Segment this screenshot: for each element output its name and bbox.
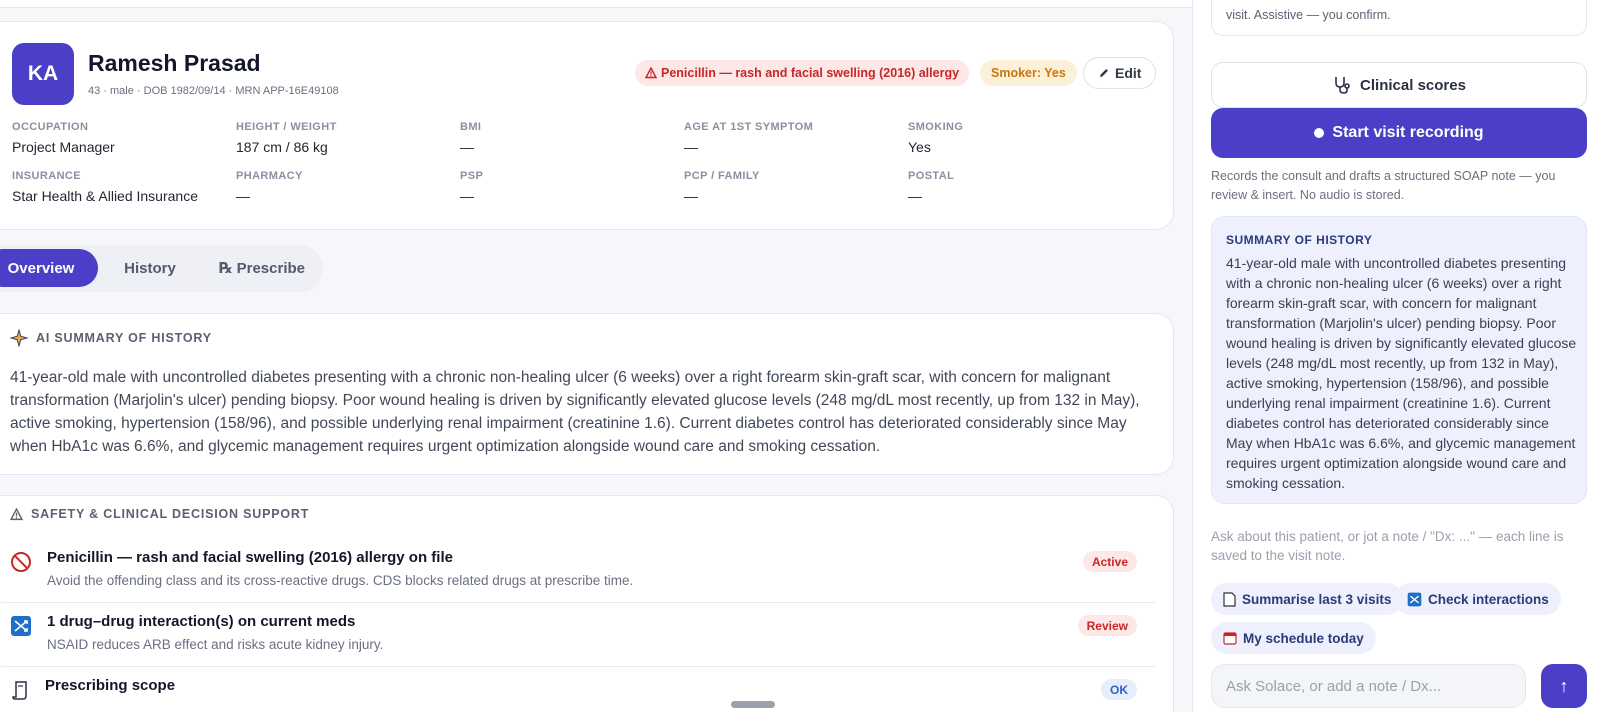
assistant-panel: visit. Assistive — you confirm. Clinical… bbox=[1192, 0, 1600, 712]
safety-row-allergy[interactable]: Penicillin — rash and facial swelling (2… bbox=[1, 539, 1155, 603]
field-insurance: INSURANCE Star Health & Allied Insurance bbox=[12, 170, 198, 204]
scroll-icon bbox=[10, 679, 32, 701]
safety-row-interaction[interactable]: 1 drug–drug interaction(s) on current me… bbox=[1, 603, 1155, 667]
field-value: — bbox=[684, 139, 698, 155]
field-value: Star Health & Allied Insurance bbox=[12, 188, 198, 204]
field-label: INSURANCE bbox=[12, 170, 81, 182]
clinical-scores-button[interactable]: Clinical scores bbox=[1211, 62, 1587, 108]
field-smoking: SMOKING Yes bbox=[908, 121, 963, 155]
ai-summary-card: AI SUMMARY OF HISTORY 41-year-old male w… bbox=[0, 313, 1174, 475]
chip-check-interactions[interactable]: Check interactions bbox=[1395, 583, 1561, 615]
chip-summarise-visits[interactable]: Summarise last 3 visits bbox=[1211, 583, 1404, 615]
edit-button[interactable]: Edit bbox=[1083, 57, 1157, 89]
field-bmi: BMI — bbox=[460, 121, 481, 155]
patient-tabs: Overview History ℞ Prescribe bbox=[0, 245, 323, 292]
chip-label: Summarise last 3 visits bbox=[1242, 591, 1392, 607]
field-pharmacy: PHARMACY — bbox=[236, 170, 303, 204]
ask-hint: Ask about this patient, or jot a note / … bbox=[1211, 529, 1564, 563]
safety-heading: SAFETY & CLINICAL DECISION SUPPORT bbox=[10, 507, 309, 521]
tab-prescribe[interactable]: ℞ Prescribe bbox=[204, 249, 320, 287]
safety-row-subtitle: Avoid the offending class and its cross-… bbox=[47, 573, 634, 588]
tab-history[interactable]: History bbox=[102, 249, 198, 287]
field-height-weight: HEIGHT / WEIGHT 187 cm / 86 kg bbox=[236, 121, 337, 155]
calendar-icon bbox=[1223, 632, 1237, 645]
patient-avatar: KA bbox=[12, 43, 74, 105]
allergy-badge-label: Penicillin — rash and facial swelling (2… bbox=[661, 66, 960, 80]
field-occupation: OCCUPATION Project Manager bbox=[12, 121, 115, 155]
field-psp: PSP — bbox=[460, 170, 483, 204]
top-divider bbox=[0, 0, 1192, 8]
safety-title: SAFETY & CLINICAL DECISION SUPPORT bbox=[31, 507, 310, 521]
record-icon bbox=[1314, 128, 1325, 138]
status-badge: Active bbox=[1082, 551, 1137, 572]
field-label: PHARMACY bbox=[236, 170, 303, 182]
field-value: Yes bbox=[908, 139, 931, 155]
safety-row-title: 1 drug–drug interaction(s) on current me… bbox=[47, 613, 356, 630]
scroll-handle[interactable] bbox=[731, 701, 775, 708]
allergy-badge[interactable]: Penicillin — rash and facial swelling (2… bbox=[635, 60, 970, 86]
document-icon bbox=[1223, 591, 1236, 607]
ask-input[interactable]: Ask Solace, or add a note / Dx... bbox=[1211, 664, 1526, 708]
stethoscope-icon bbox=[1335, 77, 1350, 94]
chip-label: My schedule today bbox=[1243, 630, 1364, 646]
field-label: PCP / FAMILY bbox=[684, 170, 760, 182]
assistant-disclaimer: visit. Assistive — you confirm. bbox=[1226, 8, 1391, 22]
smoker-badge: Smoker: Yes bbox=[980, 60, 1077, 86]
status-badge: Review bbox=[1077, 615, 1137, 636]
field-label: PSP bbox=[460, 170, 484, 182]
history-summary-title: SUMMARY OF HISTORY bbox=[1226, 233, 1373, 247]
field-label: AGE AT 1ST SYMPTOM bbox=[684, 121, 814, 133]
interaction-icon bbox=[10, 615, 32, 637]
assistant-disclaimer-card: visit. Assistive — you confirm. bbox=[1211, 0, 1587, 36]
field-value: — bbox=[908, 188, 922, 204]
field-label: BMI bbox=[460, 121, 482, 133]
chip-label: Check interactions bbox=[1428, 591, 1549, 607]
field-value: 187 cm / 86 kg bbox=[236, 139, 328, 155]
patient-header-card: KA Ramesh Prasad 43 · male · DOB 1982/09… bbox=[0, 21, 1174, 230]
field-label: SMOKING bbox=[908, 121, 964, 133]
field-value: — bbox=[684, 188, 698, 204]
field-label: HEIGHT / WEIGHT bbox=[236, 121, 337, 133]
field-postal: POSTAL — bbox=[908, 170, 954, 204]
history-summary-text: 41-year-old male with uncontrolled diabe… bbox=[1226, 255, 1577, 491]
field-label: POSTAL bbox=[908, 170, 955, 182]
field-value: Project Manager bbox=[12, 139, 115, 155]
safety-row-scope[interactable]: Prescribing scope OK bbox=[1, 667, 1155, 712]
warning-icon bbox=[645, 67, 657, 79]
patient-name: Ramesh Prasad bbox=[88, 50, 261, 76]
warning-icon bbox=[10, 507, 23, 520]
chip-schedule-today[interactable]: My schedule today bbox=[1211, 622, 1376, 654]
ai-summary-heading: AI SUMMARY OF HISTORY bbox=[10, 329, 212, 347]
field-pcp-family: PCP / FAMILY — bbox=[684, 170, 760, 204]
clinical-scores-label: Clinical scores bbox=[1360, 76, 1466, 94]
prohibited-icon bbox=[10, 551, 32, 573]
history-summary-card: SUMMARY OF HISTORY 41-year-old male with… bbox=[1211, 216, 1587, 504]
start-recording-label: Start visit recording bbox=[1332, 124, 1484, 141]
status-badge: OK bbox=[1101, 679, 1137, 700]
patient-meta: 43 · male · DOB 1982/09/14 · MRN APP-16E… bbox=[88, 85, 339, 97]
field-value: — bbox=[236, 188, 250, 204]
ai-summary-title: AI SUMMARY OF HISTORY bbox=[36, 331, 212, 345]
start-recording-button[interactable]: Start visit recording bbox=[1211, 108, 1587, 158]
field-value: — bbox=[460, 139, 474, 155]
ai-summary-text: 41-year-old male with uncontrolled diabe… bbox=[10, 369, 1140, 455]
edit-button-label: Edit bbox=[1115, 65, 1142, 81]
interaction-icon bbox=[1407, 592, 1422, 606]
tab-overview[interactable]: Overview bbox=[0, 249, 98, 287]
sparkle-icon bbox=[10, 329, 28, 347]
safety-row-subtitle: NSAID reduces ARB effect and risks acute… bbox=[47, 637, 384, 652]
field-label: OCCUPATION bbox=[12, 121, 89, 133]
safety-card: SAFETY & CLINICAL DECISION SUPPORT Penic… bbox=[0, 495, 1174, 712]
field-age-first-symptom: AGE AT 1ST SYMPTOM — bbox=[684, 121, 813, 155]
patient-main-area: KA Ramesh Prasad 43 · male · DOB 1982/09… bbox=[0, 0, 1192, 712]
recording-note: Records the consult and drafts a structu… bbox=[1211, 169, 1556, 202]
safety-row-title: Penicillin — rash and facial swelling (2… bbox=[47, 549, 453, 566]
field-value: — bbox=[460, 188, 474, 204]
pencil-icon bbox=[1100, 69, 1108, 77]
safety-row-title: Prescribing scope bbox=[45, 677, 176, 694]
send-button[interactable]: ↑ bbox=[1541, 664, 1587, 708]
